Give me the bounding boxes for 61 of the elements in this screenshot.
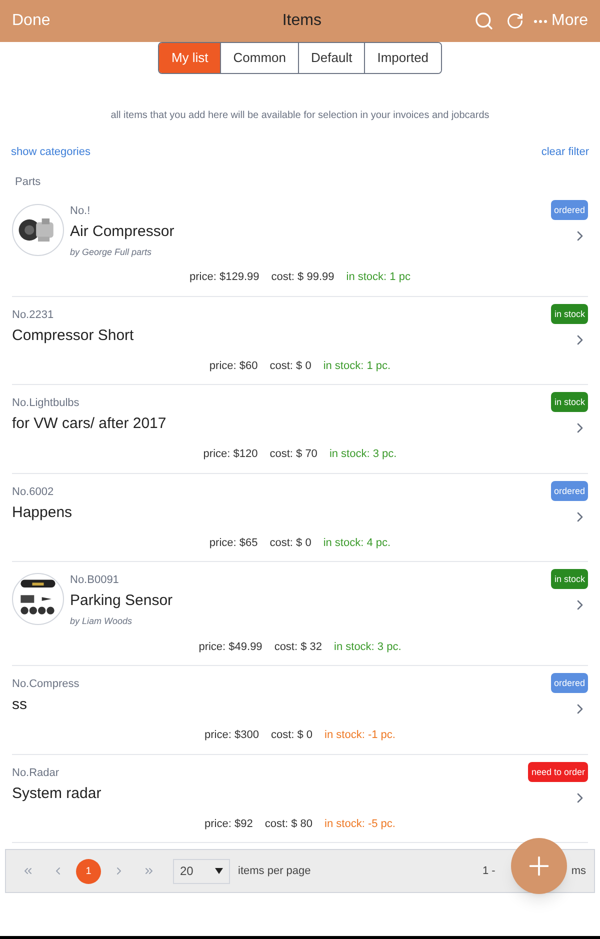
cost-text: cost: $ 99.99 [271,270,334,285]
segment-tab[interactable]: My list [159,43,220,73]
item-name: ss [12,695,28,715]
status-badge: ordered [550,673,588,693]
clear-filter-link[interactable]: clear filter [541,144,589,160]
refresh-icon[interactable] [506,12,524,30]
status-badge: in stock [551,392,588,412]
cost-text: cost: $ 70 [270,447,318,462]
price-text: price: $65 [209,536,258,550]
range-text: ms [571,864,586,879]
item-name: Air Compressor [70,222,176,242]
stock-text: in stock: -1 pc. [324,728,396,743]
item-number: No.Radar [12,766,60,780]
cost-text: cost: $ 0 [270,358,312,374]
item-name: System radar [12,784,102,804]
section-label: Parts [14,174,42,190]
price-text: price: $49.99 [198,640,262,654]
search-icon[interactable] [474,11,494,31]
stock-text: in stock: 1 pc. [323,358,391,374]
status-badge: in stock [551,304,588,324]
item-number: No.6002 [12,484,55,500]
status-badge: in stock [551,569,588,589]
price-text: price: $120 [203,447,258,462]
stock-text: in stock: 1 pc [346,270,410,285]
done-button[interactable]: Done [12,9,50,33]
price-text: price: $92 [204,816,253,832]
status-badge: ordered [550,200,588,220]
cost-text: cost: $ 80 [264,816,313,832]
item-name: Parking Sensor [70,591,174,611]
item-number: No.! [70,204,92,218]
stock-text: in stock: 3 pc. [329,447,397,462]
show-categories-link[interactable]: show categories [11,144,90,160]
range-text: 1 - [482,864,496,879]
item-author: by Liam Woods [70,615,134,628]
description-text: all items that you add here will be available for selection in your invoices and jobcards [110,109,490,123]
stock-text: in stock: -5 pc. [324,816,396,832]
cost-text: cost: $ 0 [270,536,312,550]
item-name: Happens [12,502,74,522]
cost-text: cost: $ 0 [270,728,313,743]
status-badge: ordered [550,480,588,500]
per-page-select[interactable]: 20 [173,858,230,884]
item-number: No.2231 [12,308,55,322]
page-button[interactable]: 1 [76,858,101,884]
item-number: No.B0091 [70,573,120,588]
stock-text: in stock: 3 pc. [334,640,402,654]
stock-text: in stock: 4 pc. [323,536,391,550]
page-title: Items [281,11,322,31]
price-text: price: $129.99 [190,270,260,285]
item-name: Compressor Short [12,326,135,346]
item-author: by George Full parts [70,246,153,259]
more-button[interactable]: More [552,9,588,33]
per-page-label: items per page [238,864,311,879]
price-text: price: $60 [209,358,258,374]
item-number: No.Compress [12,677,80,692]
dots-icon [534,20,547,22]
status-badge: need to order [528,762,588,782]
item-number: No.Lightbulbs [12,396,80,411]
price-text: price: $300 [204,728,259,743]
item-name: for VW cars/ after 2017 [12,414,168,434]
cost-text: cost: $ 32 [274,640,322,654]
segment-tab[interactable]: Imported [364,43,441,73]
